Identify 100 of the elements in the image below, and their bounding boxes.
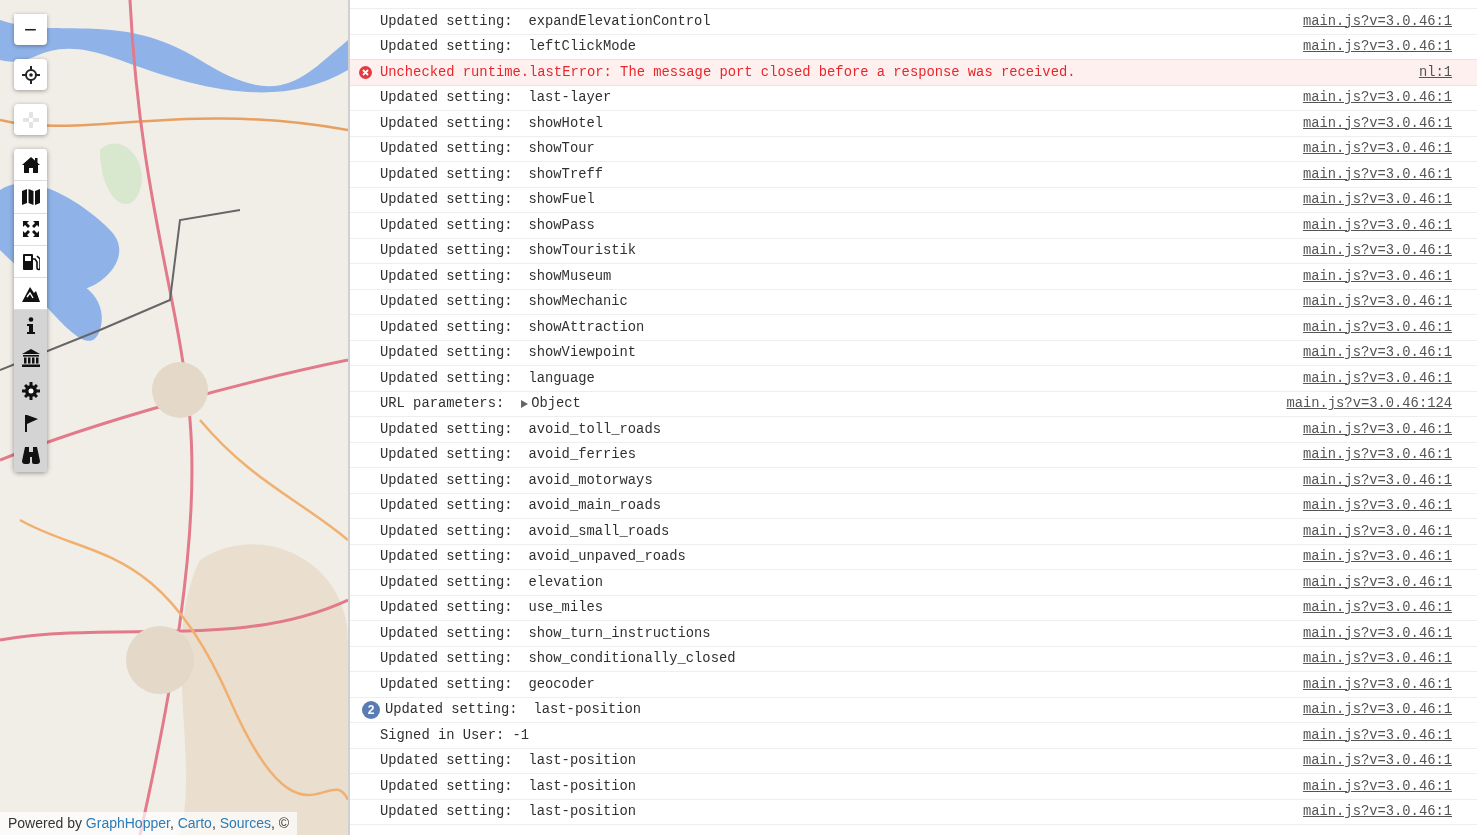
log-label: Updated setting: bbox=[380, 294, 513, 310]
attribution-link[interactable]: Carto bbox=[177, 815, 212, 831]
log-label: Updated setting: bbox=[380, 90, 513, 106]
zoom-out-button[interactable]: − bbox=[14, 14, 47, 45]
source-link[interactable]: main.js?v=3.0.46:1 bbox=[1302, 166, 1452, 182]
source-link[interactable]: main.js?v=3.0.46:1 bbox=[1302, 549, 1452, 565]
source-link[interactable]: main.js?v=3.0.46:1 bbox=[1302, 90, 1452, 106]
attribution-link[interactable]: GraphHopper bbox=[85, 815, 170, 831]
source-link[interactable]: main.js?v=3.0.46:1 bbox=[1302, 778, 1452, 794]
log-label: Updated setting: bbox=[380, 243, 513, 259]
source-link[interactable]: main.js?v=3.0.46:1 bbox=[1302, 727, 1452, 743]
source-link[interactable]: main.js?v=3.0.46:1 bbox=[1302, 498, 1452, 514]
log-value: avoid_unpaved_roads bbox=[528, 549, 686, 565]
log-label: Updated setting: bbox=[380, 600, 513, 616]
log-label: Updated setting: bbox=[380, 217, 513, 233]
error-icon bbox=[358, 65, 372, 79]
log-value: geocoder bbox=[528, 676, 595, 692]
log-value: showAttraction bbox=[528, 319, 645, 335]
source-link[interactable]: main.js?v=3.0.46:1 bbox=[1302, 523, 1452, 539]
log-label: Updated setting: bbox=[380, 13, 513, 29]
source-link[interactable]: main.js?v=3.0.46:1 bbox=[1302, 472, 1452, 488]
log-value: avoid_toll_roads bbox=[528, 421, 661, 437]
source-link[interactable]: main.js?v=3.0.46:1 bbox=[1302, 676, 1452, 692]
source-link[interactable]: main.js?v=3.0.46:1 bbox=[1302, 574, 1452, 590]
source-link[interactable]: main.js?v=3.0.46:1 bbox=[1302, 39, 1452, 55]
locate-button[interactable] bbox=[14, 59, 47, 90]
home-icon bbox=[21, 155, 40, 174]
log-label: Updated setting: bbox=[380, 574, 513, 590]
source-link[interactable]: main.js?v=3.0.46:1 bbox=[1302, 13, 1452, 29]
info-button[interactable] bbox=[14, 310, 47, 343]
log-value: expandElevationControl bbox=[528, 13, 711, 29]
log-value: showMuseum bbox=[528, 268, 612, 284]
log-value: avoid_small_roads bbox=[528, 523, 670, 539]
source-link[interactable]: main.js?v=3.0.46:1 bbox=[1302, 345, 1452, 361]
log-label: Updated setting: bbox=[380, 166, 513, 182]
source-link[interactable]: main.js?v=3.0.46:1 bbox=[1302, 702, 1452, 718]
log-label: URL parameters: bbox=[380, 396, 505, 412]
log-label: Updated setting: bbox=[385, 702, 518, 718]
source-link[interactable]: main.js?v=3.0.46:124 bbox=[1286, 396, 1452, 412]
expand-button[interactable] bbox=[14, 213, 47, 246]
log-label: Updated setting: bbox=[380, 421, 513, 437]
log-label: Updated setting: bbox=[380, 625, 513, 641]
log-value: last-position bbox=[533, 702, 642, 718]
source-link[interactable]: nl:1 bbox=[1418, 64, 1452, 80]
log-label: Updated setting: bbox=[380, 141, 513, 157]
source-link[interactable]: main.js?v=3.0.46:1 bbox=[1302, 753, 1452, 769]
fuel-button[interactable] bbox=[14, 245, 47, 279]
log-label: Updated setting: bbox=[380, 319, 513, 335]
object-toggle[interactable]: Object bbox=[520, 396, 581, 412]
source-link[interactable]: main.js?v=3.0.46:1 bbox=[1302, 447, 1452, 463]
log-label: Updated setting: bbox=[380, 370, 513, 386]
source-link[interactable]: main.js?v=3.0.46:1 bbox=[1302, 370, 1452, 386]
log-label: Updated setting: bbox=[380, 753, 513, 769]
log-value: elevation bbox=[528, 574, 603, 590]
fuel-pump-icon bbox=[21, 252, 40, 271]
log-value: show_turn_instructions bbox=[528, 625, 711, 641]
source-link[interactable]: main.js?v=3.0.46:1 bbox=[1302, 600, 1452, 616]
log-value: showHotel bbox=[528, 115, 603, 131]
source-link[interactable]: main.js?v=3.0.46:1 bbox=[1302, 804, 1452, 820]
log-value: showMechanic bbox=[528, 294, 628, 310]
map-button[interactable] bbox=[14, 181, 47, 214]
source-link[interactable]: main.js?v=3.0.46:1 bbox=[1302, 651, 1452, 667]
log-label: Updated setting: bbox=[380, 549, 513, 565]
binoculars-icon bbox=[21, 446, 40, 465]
log-label: Updated setting: bbox=[380, 498, 513, 514]
crosshair-icon bbox=[21, 110, 40, 129]
log-value: last-position bbox=[528, 804, 637, 820]
log-label: Updated setting: bbox=[380, 115, 513, 131]
log-value: showTreff bbox=[528, 166, 603, 182]
source-link[interactable]: main.js?v=3.0.46:1 bbox=[1302, 625, 1452, 641]
log-value: showTouristik bbox=[528, 243, 637, 259]
binoculars-button[interactable] bbox=[14, 439, 47, 472]
attribution-text: Powered by GraphHopper, Carto, Sources, © bbox=[0, 812, 298, 835]
home-button[interactable] bbox=[14, 149, 47, 182]
log-label: Updated setting: bbox=[380, 345, 513, 361]
source-link[interactable]: main.js?v=3.0.46:1 bbox=[1302, 217, 1452, 233]
source-link[interactable]: main.js?v=3.0.46:1 bbox=[1302, 319, 1452, 335]
log-label: Updated setting: bbox=[380, 192, 513, 208]
log-value: showViewpoint bbox=[528, 345, 637, 361]
source-link[interactable]: main.js?v=3.0.46:1 bbox=[1302, 243, 1452, 259]
mountain-button[interactable] bbox=[14, 278, 47, 311]
source-link[interactable]: main.js?v=3.0.46:1 bbox=[1302, 294, 1452, 310]
map-icon bbox=[21, 187, 40, 206]
expand-arrows-icon bbox=[21, 220, 40, 239]
log-label: Updated setting: bbox=[380, 523, 513, 539]
source-link[interactable]: main.js?v=3.0.46:1 bbox=[1302, 268, 1452, 284]
source-link[interactable]: main.js?v=3.0.46:1 bbox=[1302, 192, 1452, 208]
log-value: showFuel bbox=[528, 192, 595, 208]
log-label: Updated setting: bbox=[380, 472, 513, 488]
repeat-count: 2 bbox=[362, 700, 380, 719]
log-value: showTour bbox=[528, 141, 595, 157]
log-label: Updated setting: bbox=[380, 676, 513, 692]
source-link[interactable]: main.js?v=3.0.46:1 bbox=[1302, 421, 1452, 437]
error-message: Unchecked runtime.lastError: The message port closed before a response was received. bbox=[380, 64, 1076, 80]
log-value: language bbox=[528, 370, 595, 386]
source-link[interactable]: main.js?v=3.0.46:1 bbox=[1302, 115, 1452, 131]
source-link[interactable]: main.js?v=3.0.46:1 bbox=[1302, 141, 1452, 157]
log-label: Updated setting: bbox=[380, 778, 513, 794]
log-value: use_miles bbox=[528, 600, 603, 616]
log-value: last-position bbox=[528, 778, 637, 794]
